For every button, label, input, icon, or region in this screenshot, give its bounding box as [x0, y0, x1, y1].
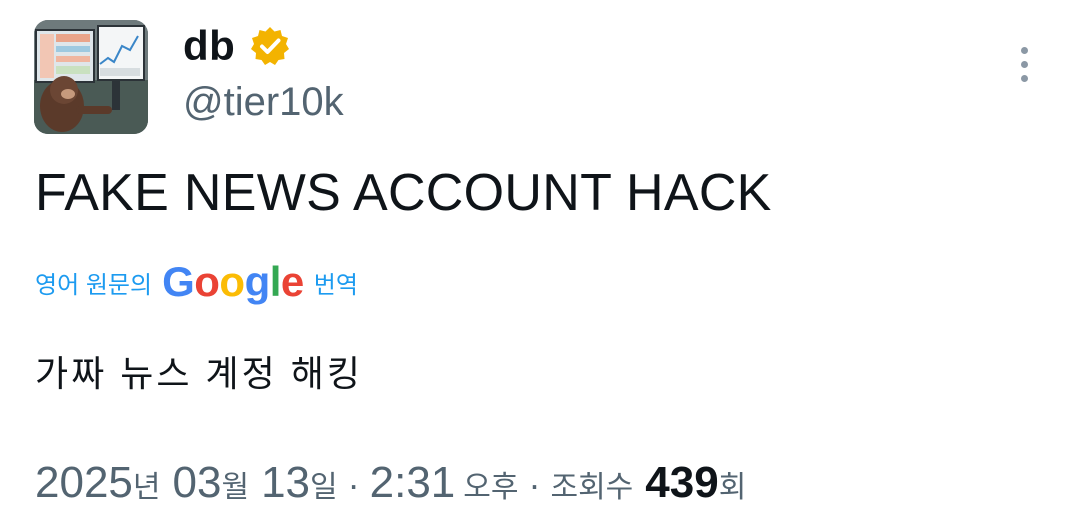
more-options-button[interactable] [1006, 40, 1042, 88]
separator: · [528, 464, 541, 505]
translated-text: 가짜 뉴스 계정 해킹 [35, 353, 363, 394]
translate-prefix: 영어 원문의 [35, 271, 153, 299]
views-unit: 회 [718, 471, 747, 504]
display-name[interactable]: db [183, 25, 235, 67]
date-day[interactable]: 13 [261, 458, 310, 508]
translate-link[interactable]: 영어 원문의 Google 번역 [35, 258, 358, 306]
tweet-text: FAKE NEWS ACCOUNT HACK [35, 164, 772, 222]
views-count: 439 [645, 458, 719, 507]
views-label: 조회수 [550, 471, 634, 504]
time[interactable]: 2:31 [370, 458, 456, 508]
date-month[interactable]: 03 [173, 458, 222, 508]
tweet-meta: 2025 년 03 월 13 일 · 2:31 오후 · 조회수 439 회 [35, 458, 746, 514]
avatar[interactable] [34, 20, 148, 134]
date-day-unit[interactable]: 일 [310, 462, 338, 506]
date-year[interactable]: 2025 [35, 458, 133, 508]
more-dot [1020, 74, 1028, 82]
time-ampm[interactable]: 오후 [463, 462, 518, 506]
separator: · [347, 464, 360, 505]
handle[interactable]: @tier10k [183, 78, 344, 126]
author-name-row[interactable]: db [183, 20, 291, 72]
google-logo: Google [162, 258, 304, 305]
more-dots-icon [1020, 46, 1028, 54]
tweet-card: db @tier10k FAKE NEWS ACCOUNT HACK 영어 원문… [0, 0, 1080, 526]
date-year-unit[interactable]: 년 [133, 462, 161, 506]
verified-badge-icon[interactable] [249, 25, 291, 67]
more-dot [1020, 60, 1028, 68]
translate-suffix: 번역 [313, 271, 358, 299]
monkey-at-trading-screens-icon [34, 20, 148, 134]
date-month-unit[interactable]: 월 [221, 462, 249, 506]
